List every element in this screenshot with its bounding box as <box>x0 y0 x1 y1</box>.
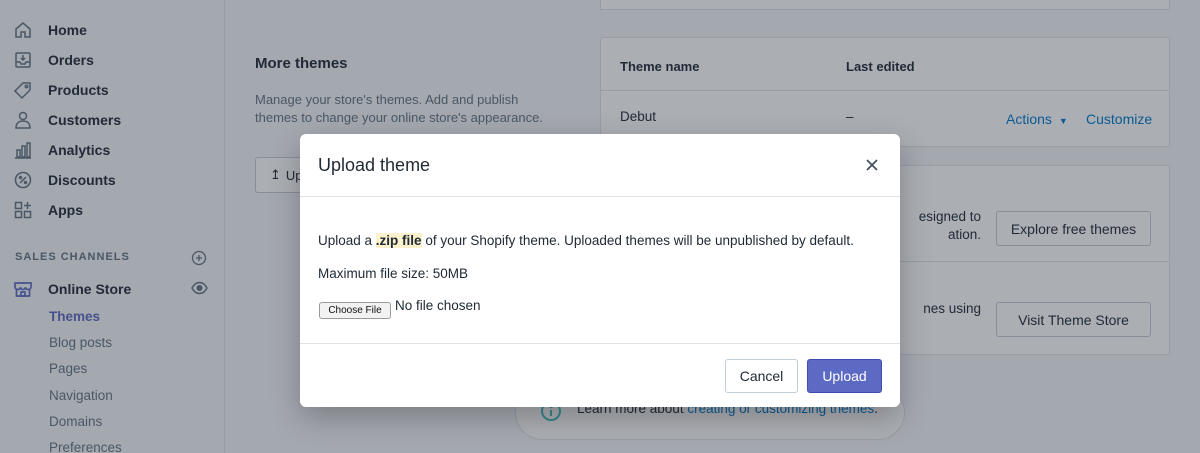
upload-theme-modal: Upload theme Upload a .zip file of your … <box>300 134 900 407</box>
file-status: No file chosen <box>395 298 481 313</box>
upload-button[interactable]: Upload <box>807 359 882 393</box>
zip-file-highlight: .zip file <box>375 233 422 248</box>
close-icon[interactable] <box>863 156 881 174</box>
cancel-button[interactable]: Cancel <box>725 359 798 393</box>
max-file-size: Maximum file size: 50MB <box>318 266 469 281</box>
choose-file-button[interactable]: Choose File <box>319 302 391 319</box>
upload-instructions: Upload a .zip file of your Shopify theme… <box>318 233 854 248</box>
modal-footer-divider <box>300 343 900 344</box>
modal-title: Upload theme <box>318 155 431 175</box>
modal-header-divider <box>300 196 900 197</box>
